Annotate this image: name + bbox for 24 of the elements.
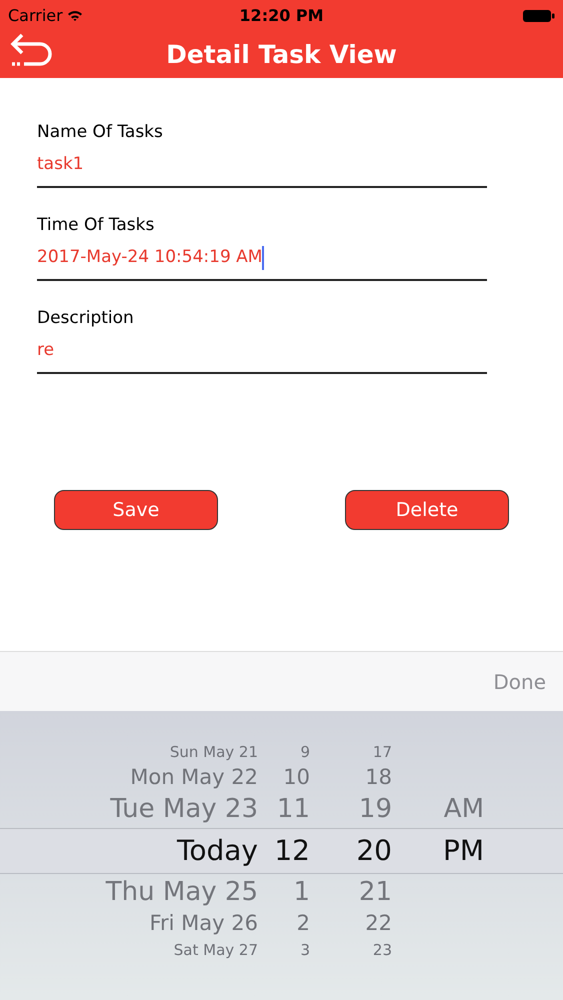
back-button[interactable] — [10, 32, 54, 68]
field-label: Name Of Tasks — [37, 121, 164, 144]
carrier-label: Carrier — [8, 5, 63, 27]
picker-row[interactable]: Thu May 25 1 21 — [0, 874, 563, 911]
picker-row[interactable]: Tue May 23 11 19 AM — [0, 791, 563, 828]
input-field[interactable]: task1 — [37, 144, 487, 188]
field-label: Description — [37, 307, 135, 330]
done-button[interactable]: Done — [493, 666, 546, 696]
wifi-icon — [66, 10, 83, 22]
undo-icon — [10, 32, 54, 68]
picker-row[interactable]: Fri May 26 2 22 — [0, 911, 563, 937]
input-field[interactable]: 2017-May-24 10:54:19 AM — [37, 237, 487, 281]
battery-icon — [523, 9, 555, 23]
action-button[interactable]: Save — [54, 490, 218, 530]
action-button[interactable]: Delete — [345, 490, 509, 530]
date-picker[interactable]: Sun May 21 9 17 Mon May 22 10 18 Tue May 23 11 19 AM Today 12 20 PM Thu May 25 1 21 Fri May 26 2 22 Sat May 27 3 23 — [0, 711, 563, 1000]
picker-row[interactable]: Sun May 21 9 17 — [0, 739, 563, 765]
picker-row[interactable]: Today 12 20 PM — [0, 828, 563, 874]
picker-row[interactable]: Sat May 27 3 23 — [0, 937, 563, 963]
clock: 12:20 PM — [239, 5, 324, 27]
window-title: Detail Task View — [166, 39, 397, 72]
picker-row[interactable]: Mon May 22 10 18 — [0, 765, 563, 791]
field-label: Time Of Tasks — [37, 214, 156, 237]
input-field[interactable]: re — [37, 330, 487, 374]
